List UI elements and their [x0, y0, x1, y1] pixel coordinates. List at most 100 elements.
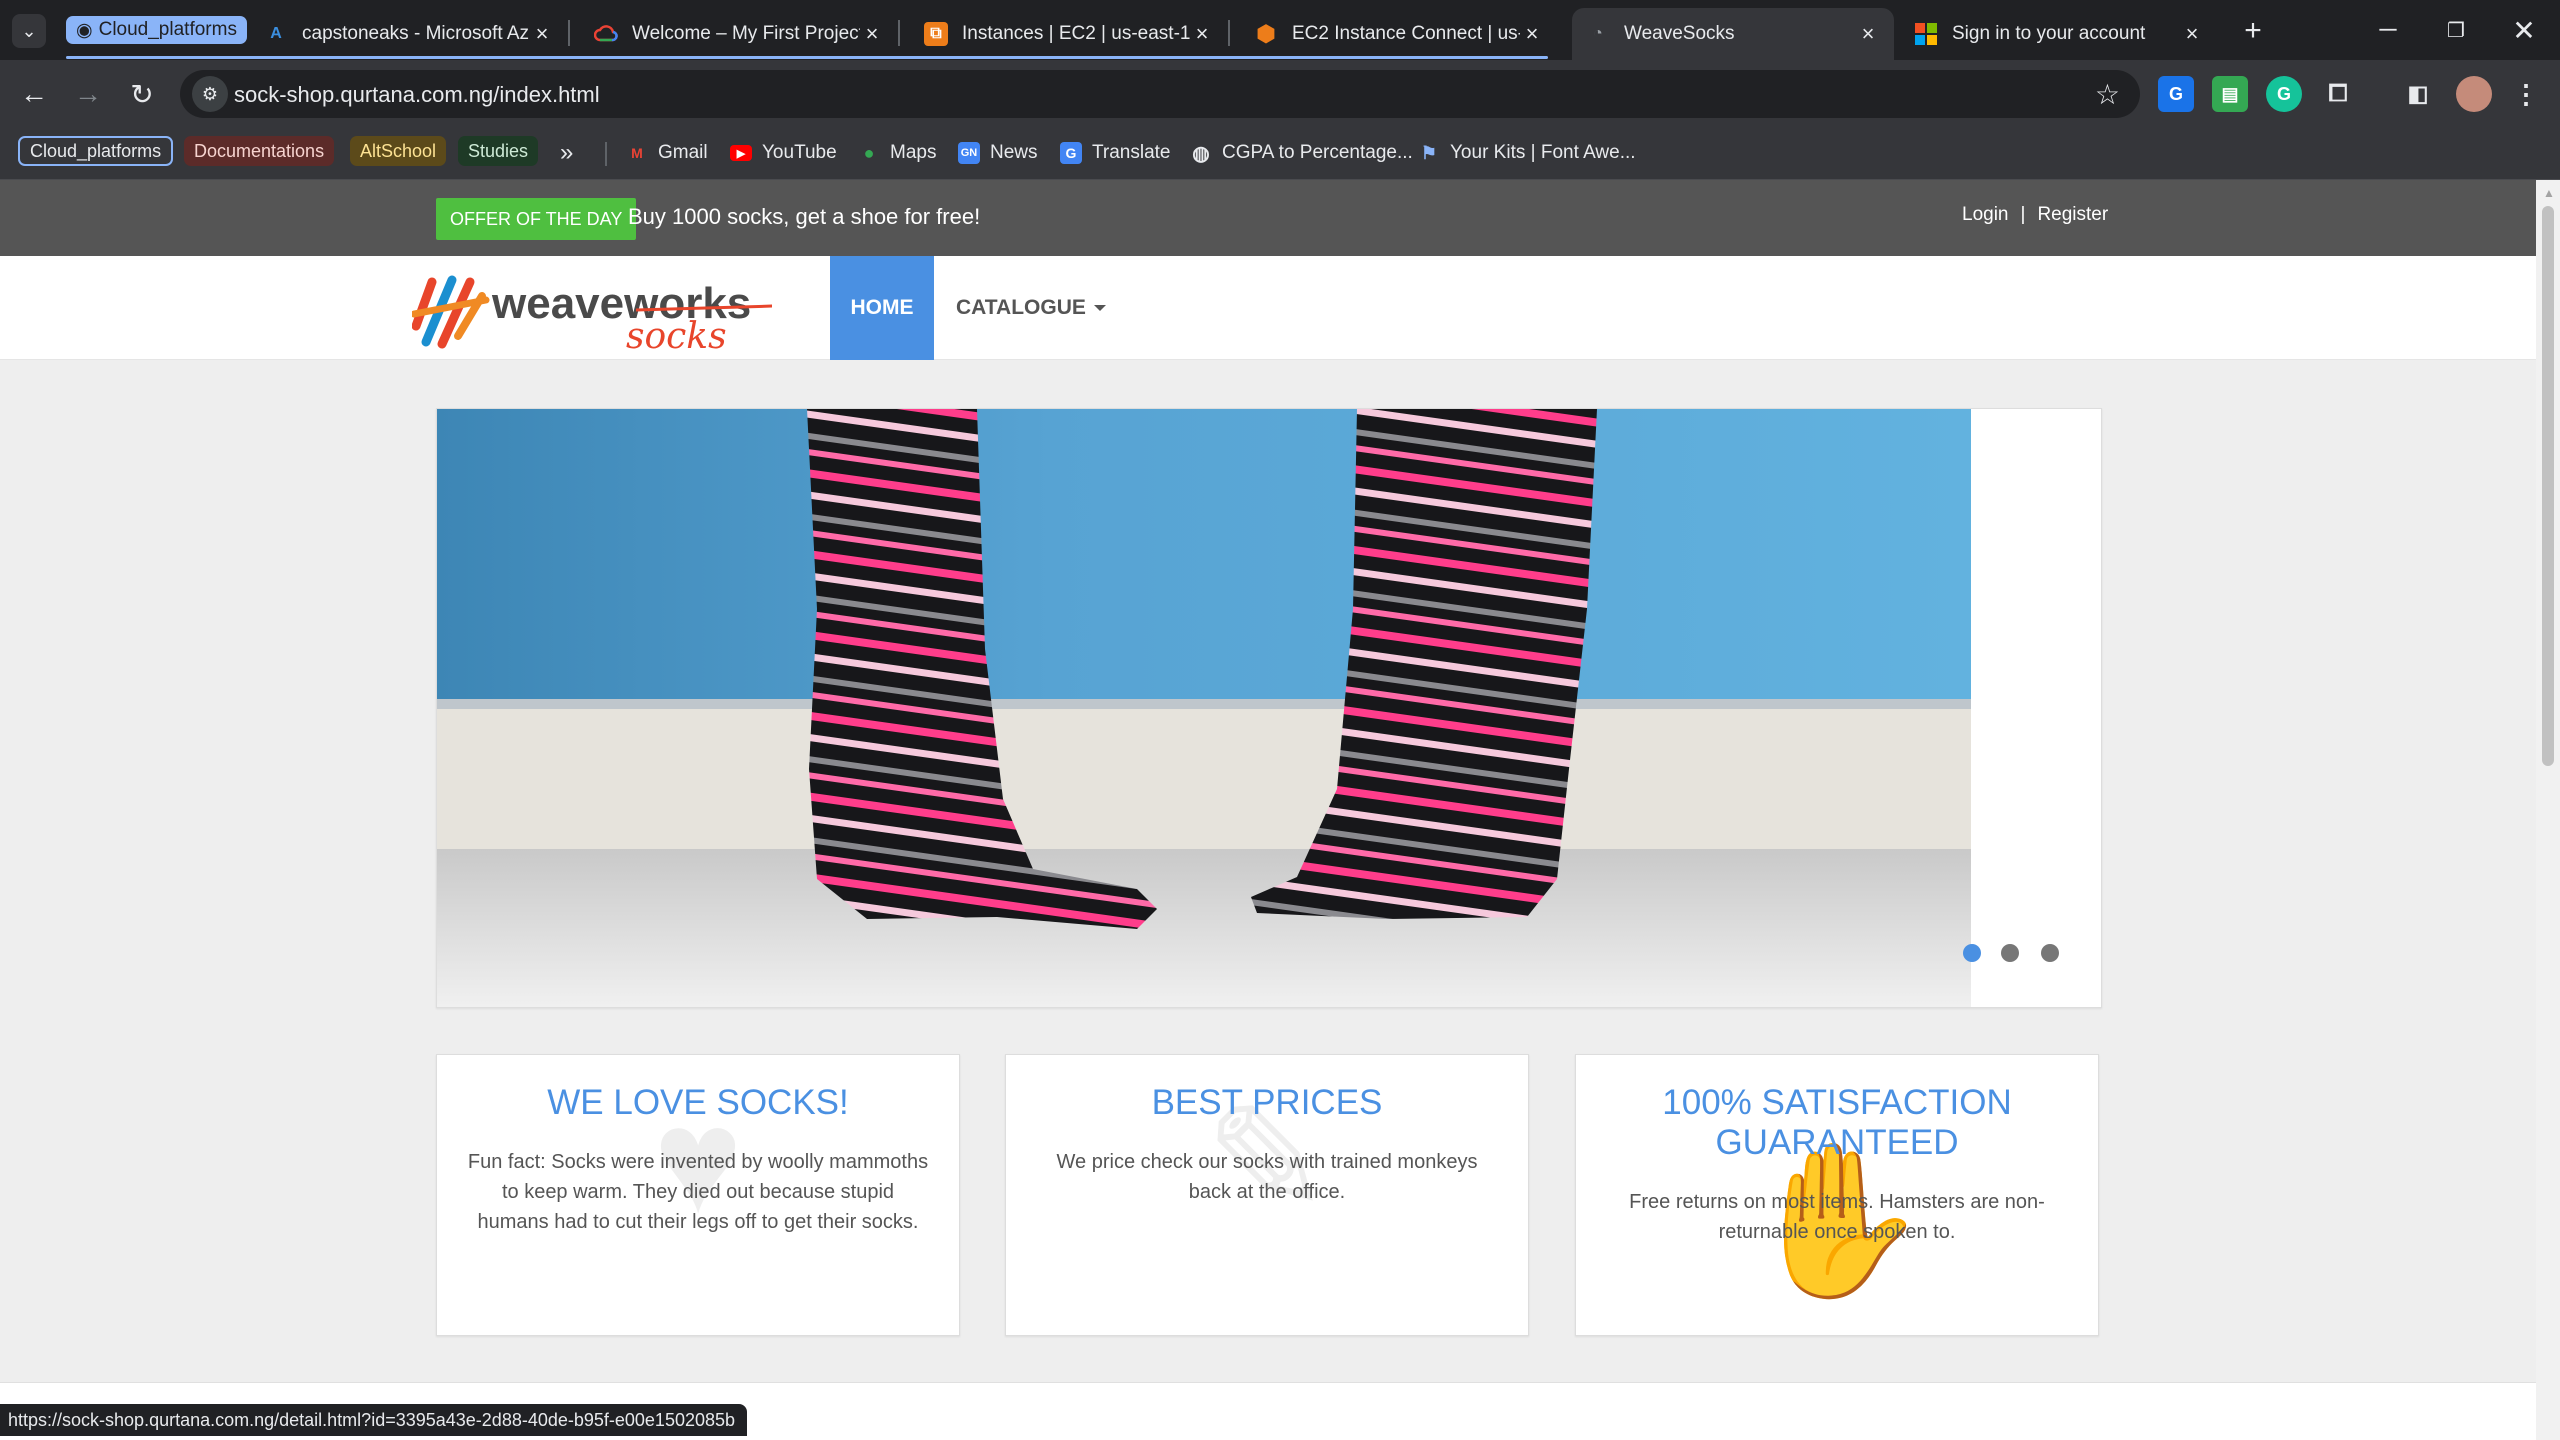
login-link[interactable]: Login [1962, 204, 2009, 226]
bookmark-maps[interactable]: ● Maps [858, 138, 937, 168]
bookmark-star-icon[interactable]: ☆ [2095, 78, 2120, 111]
tab-group-label: Cloud_platforms [98, 19, 237, 40]
minimize-icon[interactable]: ─ [2358, 10, 2418, 50]
status-bar-url: https://sock-shop.qurtana.com.ng/detail.… [0, 1404, 748, 1436]
gmail-icon: M [631, 145, 643, 161]
feature-text: Free returns on most items. Hamsters are… [1629, 1191, 2045, 1243]
scrollbar-thumb[interactable] [2542, 206, 2554, 766]
bookmark-cgpa[interactable]: ◍ CGPA to Percentage... [1190, 138, 1413, 168]
caret-down-icon [1093, 305, 1106, 311]
new-tab-button[interactable]: + [2236, 14, 2270, 48]
maps-icon: ● [863, 142, 875, 163]
offer-badge[interactable]: OFFER OF THE DAY [436, 198, 637, 240]
feature-text: We price check our socks with trained mo… [1056, 1151, 1478, 1203]
tab-ec2-connect[interactable]: ⬢ EC2 Instance Connect | us-e × [1240, 8, 1558, 60]
feature-text: Fun fact: Socks were invented by woolly … [467, 1151, 929, 1233]
bookmark-gmail[interactable]: M Gmail [626, 138, 708, 168]
bookmark-label: Maps [890, 142, 937, 163]
bookmark-youtube[interactable]: ▶ YouTube [730, 138, 837, 168]
bookmark-folder-altschool[interactable]: AltSchool [350, 136, 447, 166]
youtube-icon: ▶ [730, 145, 752, 161]
scroll-up-arrow-icon[interactable]: ▲ [2543, 186, 2555, 200]
flag-icon: ⚑ [1420, 142, 1438, 163]
close-icon[interactable]: × [1856, 21, 1880, 47]
aws-ec2-icon: ⧉ [924, 22, 948, 46]
grammarly-icon[interactable]: G [2266, 76, 2302, 112]
register-link[interactable]: Register [2037, 204, 2108, 226]
tab-title: Welcome – My First Project [632, 23, 860, 44]
url-text[interactable]: sock-shop.qurtana.com.ng/index.html [234, 82, 600, 108]
address-bar[interactable]: ⚙ sock-shop.qurtana.com.ng/index.html ☆ [180, 70, 2140, 118]
more-bookmarks-icon[interactable]: » [560, 138, 573, 168]
translate-icon: G [1060, 142, 1082, 164]
nav-catalogue[interactable]: CATALOGUE [956, 256, 1106, 360]
restore-icon[interactable]: ❐ [2426, 10, 2486, 50]
window-close-icon[interactable]: ✕ [2494, 10, 2554, 50]
bookmark-translate[interactable]: G Translate [1060, 138, 1171, 168]
back-icon[interactable]: ← [14, 74, 54, 114]
reload-icon[interactable]: ↻ [122, 74, 162, 114]
bookmarks-bar: Cloud_platforms Documentations AltSchool… [0, 128, 2560, 180]
tab-separator [568, 20, 570, 46]
bookmarks-divider [605, 142, 607, 166]
tab-weavesocks[interactable]: ◔ WeaveSocks × [1572, 8, 1894, 60]
auth-separator: | [2020, 204, 2026, 225]
tab-ec2-instances[interactable]: ⧉ Instances | EC2 | us-east-1 × [910, 8, 1228, 60]
bookmark-folder-studies[interactable]: Studies [458, 136, 539, 166]
bookmark-label: CGPA to Percentage... [1222, 142, 1413, 163]
tab-google-cloud[interactable]: Welcome – My First Project × [580, 8, 898, 60]
nav-home[interactable]: HOME [830, 256, 934, 360]
tab-group-icon: ◉ [76, 19, 93, 41]
carousel-dot-1[interactable] [1963, 944, 1981, 962]
offer-text: Buy 1000 socks, get a shoe for free! [628, 204, 981, 229]
browser-tab-strip: ⌄ ◉ Cloud_platforms A capstoneaks - Micr… [0, 0, 2560, 60]
tab-search-button[interactable]: ⌄ [12, 14, 46, 48]
extension-icon[interactable]: ▤ [2212, 76, 2248, 112]
tab-microsoft-signin[interactable]: Sign in to your account × [1900, 8, 2218, 60]
carousel-dot-3[interactable] [2041, 944, 2059, 962]
google-cloud-icon [594, 22, 618, 46]
bookmark-folder-documentations[interactable]: Documentations [184, 136, 335, 166]
bookmark-label: Translate [1092, 142, 1171, 163]
tab-group-chip[interactable]: ◉ Cloud_platforms [66, 16, 247, 44]
bookmark-folder-cloud-platforms[interactable]: Cloud_platforms [18, 136, 174, 166]
weaveworks-socks-logo[interactable]: weaveworks socks [410, 274, 775, 357]
logo-mark-icon [410, 275, 490, 349]
news-icon: GN [958, 142, 980, 164]
azure-icon: A [270, 25, 282, 42]
hero-carousel[interactable] [436, 408, 2102, 1008]
profile-avatar[interactable] [2456, 76, 2492, 112]
bookmark-label: Gmail [658, 142, 708, 163]
weavesocks-icon: ◔ [1593, 25, 1603, 42]
bookmark-label: Your Kits | Font Awe... [1450, 142, 1636, 163]
site-settings-icon[interactable]: ⚙ [192, 76, 228, 112]
menu-kebab-icon[interactable]: ⋮ [2508, 76, 2544, 112]
bookmark-label: YouTube [762, 142, 837, 163]
feature-card-satisfaction: ✋ 100% SATISFACTION GUARANTEED Free retu… [1575, 1054, 2099, 1336]
close-icon[interactable]: × [1520, 21, 1544, 47]
tab-separator [1228, 20, 1230, 46]
tab-azure[interactable]: A capstoneaks - Microsoft Azu × [250, 8, 568, 60]
bookmark-label: News [990, 142, 1038, 163]
translate-extension-icon[interactable]: G [2158, 76, 2194, 112]
page-scrollbar[interactable]: ▲ [2536, 180, 2560, 1440]
offer-bar: OFFER OF THE DAY Buy 1000 socks, get a s… [0, 180, 2536, 256]
tab-separator [898, 20, 900, 46]
feature-title: WE LOVE SOCKS! [547, 1083, 849, 1122]
svg-text:socks: socks [626, 316, 727, 350]
aws-icon: ⬢ [1256, 21, 1276, 46]
carousel-dot-2[interactable] [2001, 944, 2019, 962]
extensions-puzzle-icon[interactable]: ⧠ [2320, 76, 2356, 112]
side-panel-icon[interactable]: ◧ [2400, 76, 2436, 112]
close-icon[interactable]: × [530, 21, 554, 47]
close-icon[interactable]: × [2180, 21, 2204, 47]
bookmark-news[interactable]: GN News [958, 138, 1038, 168]
close-icon[interactable]: × [1190, 21, 1214, 47]
feature-card-best-prices: ✎ BEST PRICES We price check our socks w… [1005, 1054, 1529, 1336]
forward-icon[interactable]: → [68, 74, 108, 114]
tab-title: Instances | EC2 | us-east-1 [962, 23, 1190, 44]
page-viewport: OFFER OF THE DAY Buy 1000 socks, get a s… [0, 180, 2536, 1440]
bookmark-font-awesome[interactable]: ⚑ Your Kits | Font Awe... [1418, 138, 1636, 168]
site-navbar: weaveworks socks HOME CATALOGUE [0, 256, 2536, 360]
close-icon[interactable]: × [860, 21, 884, 47]
